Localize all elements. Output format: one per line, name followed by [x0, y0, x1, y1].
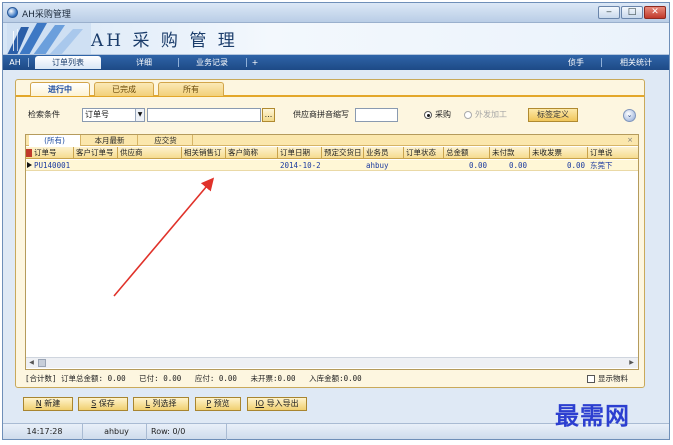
supplier-pinyin-input[interactable]	[355, 108, 398, 122]
search-field-value: 订单号	[85, 110, 109, 119]
search-condition-label: 检索条件	[28, 110, 60, 119]
preview-shortcut: P	[206, 399, 212, 408]
tab-in-progress[interactable]: 进行中	[30, 82, 90, 96]
status-time: 14:17:28	[3, 424, 83, 440]
scroll-left-icon[interactable]: ◀	[27, 359, 36, 367]
new-label: 新建	[44, 399, 61, 408]
tab-separator	[246, 58, 247, 67]
ah-label: AH	[9, 58, 21, 67]
assistant-button[interactable]: 侦手	[556, 56, 596, 69]
title-bar[interactable]: AH采购管理 ‒ □ ✕	[3, 3, 669, 23]
tag-definition-button[interactable]: 标签定义	[528, 108, 578, 122]
import-export-label: 导入导出	[266, 399, 299, 408]
app-window: AH采购管理 ‒ □ ✕ AH 采 购 管 理 AH 订单列表 详细 业务记录 …	[2, 2, 670, 440]
radio-purchase[interactable]	[424, 111, 432, 119]
import-export-shortcut: IO	[255, 399, 265, 408]
app-logo-icon	[7, 7, 18, 18]
save-label: 保存	[98, 399, 115, 408]
tab-business-records[interactable]: 业务记录	[181, 56, 243, 69]
tab-detail[interactable]: 详细	[111, 56, 177, 69]
column-select-label: 列选择	[152, 399, 177, 408]
status-row-count: Row: 0/0	[147, 424, 227, 440]
site-watermark: 最需网	[555, 402, 630, 430]
tab-completed[interactable]: 已完成	[94, 82, 154, 96]
tab-order-list[interactable]: 订单列表	[35, 56, 101, 69]
window-title: AH采购管理	[22, 10, 71, 20]
save-button[interactable]: S 保存	[78, 397, 128, 411]
order-panel: 进行中 已完成 所有 检索条件 订单号 ▼ ... 供应商拼音缩写 采购 外发加…	[15, 79, 645, 388]
chevron-down-icon[interactable]: ▼	[135, 109, 144, 121]
horizontal-scrollbar[interactable]: ◀ ▶	[26, 357, 638, 368]
add-tab-button[interactable]: +	[249, 56, 261, 69]
browse-button[interactable]: ...	[262, 108, 275, 122]
show-items-label: 显示物料	[598, 374, 628, 383]
new-shortcut: N	[35, 399, 42, 408]
scroll-right-icon[interactable]: ▶	[627, 359, 636, 367]
summary-totals: [合计数] 订单总金额: 0.00 已付: 0.00 应付: 0.00 未开票:…	[25, 374, 362, 383]
preview-button[interactable]: P 预览	[195, 397, 241, 411]
red-arrow-annotation	[113, 177, 215, 297]
minimize-button[interactable]: ‒	[598, 6, 620, 19]
status-tab-strip: 进行中 已完成 所有	[16, 80, 644, 97]
tab-separator	[28, 58, 29, 67]
banner-swoosh-icon	[7, 23, 91, 54]
close-button[interactable]: ✕	[644, 6, 666, 19]
order-grid: (所有) 本月最新 应交货 × 订单号 客户订单号 供应商 相关销售订 客户简称…	[25, 134, 639, 370]
save-shortcut: S	[91, 399, 97, 408]
search-field-select[interactable]: 订单号 ▼	[82, 108, 145, 122]
banner-title: AH 采 购 管 理	[91, 31, 238, 51]
supplier-pinyin-label: 供应商拼音缩写	[293, 110, 349, 119]
import-export-button[interactable]: IO 导入导出	[247, 397, 307, 411]
related-stats-button[interactable]: 相关统计	[607, 56, 665, 69]
tab-separator	[601, 58, 602, 67]
summary-row: [合计数] 订单总金额: 0.00 已付: 0.00 应付: 0.00 未开票:…	[25, 373, 639, 385]
status-user: ahbuy	[83, 424, 147, 440]
radio-outsource[interactable]	[464, 111, 472, 119]
chevron-double-down-icon[interactable]: ⌄	[623, 109, 636, 122]
main-tab-bar: AH 订单列表 详细 业务记录 + 侦手 相关统计	[3, 55, 669, 70]
column-select-shortcut: L	[145, 399, 150, 408]
search-row: 检索条件 订单号 ▼ ... 供应商拼音缩写 采购 外发加工 标签定义 ⌄	[16, 106, 644, 124]
scrollbar-thumb[interactable]	[38, 359, 46, 367]
preview-label: 预览	[213, 399, 230, 408]
tab-all[interactable]: 所有	[158, 82, 224, 96]
search-input[interactable]	[147, 108, 261, 122]
show-items-checkbox[interactable]	[587, 375, 595, 383]
new-button[interactable]: N 新建	[23, 397, 73, 411]
radio-purchase-label: 采购	[435, 110, 451, 119]
tab-separator	[178, 58, 179, 67]
radio-outsource-label: 外发加工	[475, 110, 507, 119]
app-banner: AH 采 购 管 理	[3, 23, 669, 55]
column-select-button[interactable]: L 列选择	[133, 397, 189, 411]
maximize-button[interactable]: □	[621, 6, 643, 19]
